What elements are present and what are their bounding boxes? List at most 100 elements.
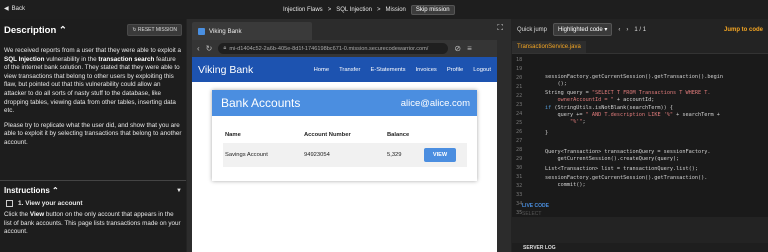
task-checkbox[interactable] bbox=[6, 200, 13, 207]
col-account-number: Account Number bbox=[304, 132, 351, 138]
nav-logout[interactable]: Logout bbox=[473, 67, 491, 73]
chevron-down-icon: ▾ bbox=[604, 27, 608, 33]
live-code-preview: SELECT bbox=[522, 211, 542, 217]
line-number: 23 bbox=[516, 102, 523, 108]
line-number: 32 bbox=[516, 183, 523, 189]
description-paragraph-2: Please try to replicate what the user di… bbox=[4, 121, 182, 146]
accounts-card-header: Bank Accounts alice@alice.com bbox=[212, 90, 477, 116]
back-button[interactable]: ◀ Back bbox=[4, 5, 25, 13]
nav-home[interactable]: Home bbox=[314, 67, 329, 73]
table-row: Savings Account 94923054 5,329 VIEW bbox=[223, 143, 467, 167]
server-log-tab[interactable]: SERVER LOG bbox=[512, 243, 768, 252]
description-title: Description ⌃ bbox=[4, 24, 67, 36]
line-number-gutter: 18 19 20 21 22 23 24 25 26 27 28 29 30 3… bbox=[512, 54, 528, 217]
fullscreen-icon[interactable]: ⛶ bbox=[497, 23, 503, 33]
nav-invoices[interactable]: Invoices bbox=[416, 67, 437, 73]
col-name: Name bbox=[225, 132, 241, 138]
browser-tab[interactable]: Viking Bank bbox=[192, 22, 312, 40]
code-line: getCurrentSession().createQuery(query); bbox=[545, 156, 680, 162]
line-number: 22 bbox=[516, 93, 523, 99]
next-icon[interactable]: › bbox=[626, 27, 628, 33]
crumb-separator: > bbox=[327, 7, 332, 13]
quick-jump-label: Quick jump bbox=[517, 26, 548, 33]
accounts-title: Bank Accounts bbox=[221, 96, 301, 110]
line-number: 24 bbox=[516, 111, 523, 117]
chevron-down-icon[interactable]: ▼ bbox=[176, 188, 182, 194]
tab-title: Viking Bank bbox=[209, 27, 242, 35]
bank-brand[interactable]: Viking Bank bbox=[198, 64, 253, 76]
code-line: query += " AND T.description LIKE '%" + … bbox=[545, 112, 720, 118]
crumb-separator: > bbox=[377, 7, 381, 13]
code-editor[interactable]: 18 19 20 21 22 23 24 25 26 27 28 29 30 3… bbox=[512, 54, 768, 217]
favicon-icon bbox=[198, 27, 205, 35]
file-tab-strip: TransactionService.java bbox=[512, 40, 768, 54]
server-log-label: SERVER LOG bbox=[523, 245, 556, 251]
back-arrow-icon[interactable]: ‹ bbox=[197, 44, 200, 53]
jump-to-code-button[interactable]: Jump to code bbox=[724, 27, 763, 33]
browser-window: ‹ ↻ 🔒︎ mi-d1404c52-2a6b-405e-8d1f-174619… bbox=[192, 40, 497, 252]
line-number: 19 bbox=[516, 66, 523, 72]
arrow-left-icon: ◀ bbox=[4, 6, 9, 12]
instructions-section: Instructions ⌃ ▼ 1. View your account Cl… bbox=[0, 180, 186, 252]
view-button[interactable]: VIEW bbox=[424, 148, 456, 162]
line-number: 26 bbox=[516, 129, 523, 135]
accounts-table: Name Account Number Balance Savings Acco… bbox=[223, 127, 467, 167]
reload-icon[interactable]: ↻ bbox=[206, 44, 213, 53]
chevron-up-icon[interactable]: ⌃ bbox=[52, 186, 59, 195]
col-balance: Balance bbox=[387, 132, 410, 138]
nav-transfer[interactable]: Transfer bbox=[339, 67, 360, 73]
code-line: List<Transaction> list = transactionQuer… bbox=[545, 166, 699, 172]
crumb-mission: Mission bbox=[385, 7, 406, 13]
nav-estatements[interactable]: E-Statements bbox=[370, 67, 405, 73]
code-line: commit(); bbox=[545, 182, 586, 188]
chevron-up-icon[interactable]: ⌃ bbox=[59, 25, 67, 36]
line-number: 21 bbox=[516, 84, 523, 90]
match-counter: 1 / 1 bbox=[634, 26, 647, 33]
eye-off-icon[interactable]: ⊘ bbox=[454, 44, 461, 53]
file-tab[interactable]: TransactionService.java bbox=[512, 41, 586, 53]
line-number: 25 bbox=[516, 120, 523, 126]
description-panel: Description ⌃ ↻ RESET MISSION We receive… bbox=[0, 19, 186, 252]
account-name: Savings Account bbox=[225, 152, 268, 158]
crumb-injection-flaws[interactable]: Injection Flaws bbox=[283, 7, 323, 13]
code-line: (); bbox=[545, 81, 567, 87]
line-number: 31 bbox=[516, 174, 523, 180]
account-number: 94923054 bbox=[304, 152, 330, 158]
code-line: sessionFactory.getCurrentSession().getTr… bbox=[545, 74, 724, 80]
instructions-header: Instructions ⌃ ▼ bbox=[0, 181, 186, 200]
nav-profile[interactable]: Profile bbox=[447, 67, 463, 73]
code-line: String query = "SELECT T FROM Transactio… bbox=[545, 90, 711, 96]
bank-nav-links: Home Transfer E-Statements Invoices Prof… bbox=[314, 67, 491, 73]
instructions-text: Click the View button on the only accoun… bbox=[4, 211, 181, 236]
reset-mission-button[interactable]: ↻ RESET MISSION bbox=[127, 24, 182, 36]
highlighted-code-select[interactable]: Highlighted code ▾ bbox=[553, 23, 613, 36]
prev-icon[interactable]: ‹ bbox=[618, 27, 620, 33]
line-number: 28 bbox=[516, 147, 523, 153]
line-number: 30 bbox=[516, 165, 523, 171]
back-label: Back bbox=[11, 5, 25, 12]
lock-icon: 🔒︎ bbox=[223, 45, 227, 51]
bank-page: Bank Accounts alice@alice.com Name Accou… bbox=[192, 82, 497, 252]
code-line: if (StringUtils.isNotBlank(searchTerm)) … bbox=[545, 105, 674, 111]
menu-icon[interactable]: ≡ bbox=[467, 44, 472, 53]
line-number: 27 bbox=[516, 138, 523, 144]
table-header-row: Name Account Number Balance bbox=[223, 127, 467, 143]
code-line: Query<Transaction> transactionQuery = se… bbox=[545, 149, 711, 155]
browser-panel: Viking Bank ⛶ ‹ ↻ 🔒︎ mi-d1404c52-2a6b-40… bbox=[187, 19, 511, 252]
description-paragraph-1: We received reports from a user that the… bbox=[4, 47, 181, 115]
line-number: 33 bbox=[516, 192, 523, 198]
crumb-sql-injection[interactable]: SQL Injection bbox=[336, 7, 372, 13]
user-email: alice@alice.com bbox=[400, 97, 470, 109]
url-field[interactable]: 🔒︎ mi-d1404c52-2a6b-405e-8d1f-1746198bc6… bbox=[218, 43, 449, 54]
bank-navbar: Viking Bank Home Transfer E-Statements I… bbox=[192, 57, 497, 82]
task-view-account[interactable]: 1. View your account bbox=[0, 200, 186, 207]
accounts-card: Bank Accounts alice@alice.com Name Accou… bbox=[212, 90, 477, 181]
live-code-label[interactable]: LIVE CODE bbox=[522, 203, 549, 209]
line-number: 20 bbox=[516, 75, 523, 81]
instructions-title: Instructions ⌃ bbox=[4, 186, 59, 195]
task-label: 1. View your account bbox=[18, 200, 83, 207]
skip-mission-button[interactable]: Skip mission bbox=[410, 5, 455, 15]
code-line: "%'"; bbox=[570, 119, 586, 125]
quick-jump-bar: Quick jump Highlighted code ▾ ‹ › 1 / 1 … bbox=[512, 19, 768, 40]
address-bar: ‹ ↻ 🔒︎ mi-d1404c52-2a6b-405e-8d1f-174619… bbox=[192, 40, 497, 57]
